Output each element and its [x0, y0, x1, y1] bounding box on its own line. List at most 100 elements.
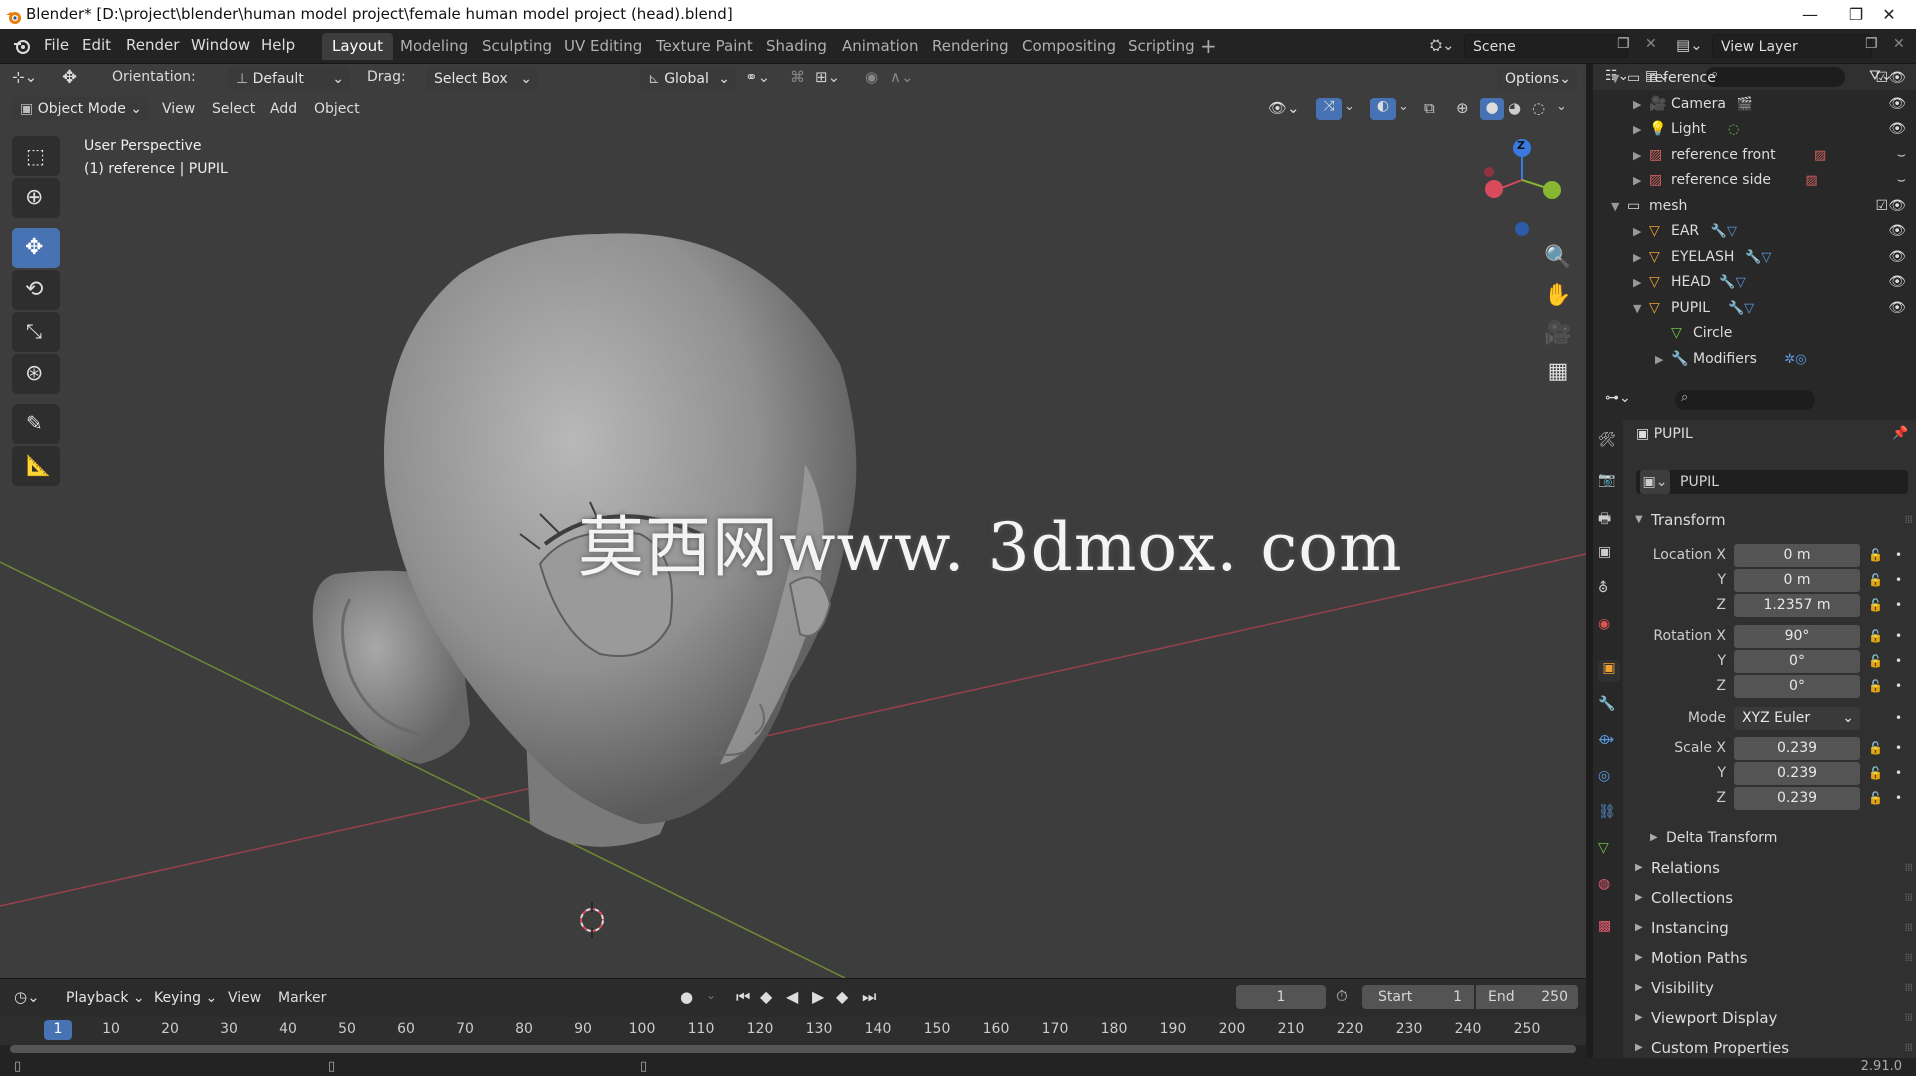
lock-icon[interactable]: 🔓	[1868, 593, 1883, 618]
lock-icon[interactable]: 🔓	[1868, 649, 1883, 674]
close-window-button[interactable]: ✕	[1866, 0, 1912, 29]
zoom-icon[interactable]: 🔍	[1540, 240, 1576, 276]
image-data-icon[interactable]: ▨	[1805, 168, 1817, 193]
menu-window[interactable]: Window	[191, 36, 250, 54]
data-tab-icon[interactable]: ▽	[1598, 840, 1620, 862]
keyframe-dot-icon[interactable]: •	[1895, 593, 1902, 618]
eye-icon[interactable]: 👁	[1888, 66, 1906, 91]
3d-viewport[interactable]: Z 莫西网www. 3dmox. com ⊹⌄ ✥ Orientation: ⊥…	[0, 64, 1586, 978]
xray-icon[interactable]: ⧉	[1424, 99, 1435, 117]
chevron-right-icon[interactable]: ▶	[1633, 92, 1641, 117]
timeline-scrollbar[interactable]	[10, 1045, 1576, 1053]
rotate-tool[interactable]: ⟲	[12, 270, 60, 310]
snap-target-icon[interactable]: ⊞⌄	[815, 68, 840, 86]
blender-menu-icon[interactable]	[12, 36, 32, 56]
view-layer-field[interactable]: View Layer	[1712, 34, 1872, 58]
tab-rendering[interactable]: Rendering	[922, 33, 1019, 60]
snap-icon[interactable]: ⌘	[790, 68, 805, 86]
object-name-field[interactable]: ▣⌄ PUPIL	[1636, 470, 1908, 494]
mesh-data-icon[interactable]: 🔧▽	[1719, 270, 1745, 295]
keyframe-dot-icon[interactable]: •	[1895, 761, 1902, 786]
eye-closed-icon[interactable]: ⌣	[1897, 168, 1906, 193]
scale-tool[interactable]: ⤡	[12, 312, 60, 352]
particles-tab-icon[interactable]: ⟴	[1598, 732, 1620, 754]
shading-options-icon[interactable]: ⌄	[1556, 99, 1567, 114]
location-y-field[interactable]: 0 m	[1734, 569, 1860, 592]
mesh-data-icon[interactable]: 🔧▽	[1728, 296, 1754, 321]
lock-icon[interactable]: 🔓	[1868, 736, 1883, 761]
object-browse-icon[interactable]: ▣⌄	[1640, 470, 1670, 494]
outliner-row[interactable]: ▶ ▨ reference side ▨ ⌣	[1593, 168, 1916, 193]
scene-tab-icon[interactable]: ⛢	[1598, 580, 1620, 602]
lock-icon[interactable]: 🔓	[1868, 674, 1883, 699]
new-view-layer-icon[interactable]: ❐	[1865, 36, 1878, 52]
keyframe-dot-icon[interactable]: •	[1895, 706, 1902, 731]
viewport-display-panel[interactable]: ▶ Viewport Display ⁞⁞⁞	[1623, 1004, 1916, 1032]
rotation-y-field[interactable]: 0°	[1734, 650, 1860, 673]
rotation-mode-dropdown[interactable]: XYZ Euler ⌄	[1734, 707, 1860, 730]
lock-icon[interactable]: 🔓	[1868, 761, 1883, 786]
chevron-right-icon[interactable]: ▶	[1633, 143, 1641, 168]
mesh-data-icon[interactable]: 🔧▽	[1745, 245, 1771, 270]
eye-icon[interactable]: 👁	[1888, 296, 1906, 321]
cursor-tool[interactable]: ⊕	[12, 178, 60, 218]
transform-tool[interactable]: ⊛	[12, 354, 60, 394]
location-x-field[interactable]: 0 m	[1734, 544, 1860, 567]
keyframe-dot-icon[interactable]: •	[1895, 624, 1902, 649]
orientation-dropdown[interactable]: ⊥ Default ⌄	[228, 67, 350, 91]
chevron-right-icon[interactable]: ▶	[1633, 270, 1641, 295]
lock-icon[interactable]: 🔓	[1868, 568, 1883, 593]
tab-animation[interactable]: Animation	[832, 33, 928, 60]
proportional-edit-icon[interactable]: ◉	[865, 68, 878, 86]
output-tab-icon[interactable]: 🖶	[1598, 508, 1620, 530]
tab-layout[interactable]: Layout	[322, 33, 393, 60]
outliner-row[interactable]: ▼ ▭ reference ☑ 👁	[1593, 66, 1916, 91]
tab-uv-editing[interactable]: UV Editing	[554, 33, 652, 60]
chevron-down-icon[interactable]: ▼	[1611, 194, 1619, 219]
custom-properties-panel[interactable]: ▶ Custom Properties ⁞⁞⁞	[1623, 1034, 1916, 1058]
chevron-right-icon[interactable]: ▶	[1633, 219, 1641, 244]
chevron-right-icon[interactable]: ▶	[1655, 347, 1663, 372]
lock-icon[interactable]: 🔓	[1868, 543, 1883, 568]
keyframe-dot-icon[interactable]: •	[1895, 649, 1902, 674]
eye-closed-icon[interactable]: ⌣	[1897, 143, 1906, 168]
ortho-grid-icon[interactable]: ▦	[1540, 354, 1576, 390]
scale-z-field[interactable]: 0.239	[1734, 787, 1860, 810]
lock-icon[interactable]: 🔓	[1868, 624, 1883, 649]
wireframe-shading-icon[interactable]: ⊕	[1456, 99, 1469, 117]
keyframe-dot-icon[interactable]: •	[1895, 543, 1902, 568]
pivot-point-icon[interactable]: ⚭⌄	[745, 68, 770, 86]
location-z-field[interactable]: 1.2357 m	[1734, 594, 1860, 617]
properties-search-input[interactable]: ⌕	[1675, 390, 1815, 410]
checkbox-icon[interactable]: ☑	[1875, 66, 1888, 91]
overlay-toggle-icon[interactable]: ◐	[1370, 98, 1396, 120]
eye-icon[interactable]: 👁	[1888, 117, 1906, 142]
options-dropdown[interactable]: Options ⌄	[1497, 67, 1577, 91]
constraints-tab-icon[interactable]: ⛓	[1598, 804, 1620, 826]
chevron-right-icon[interactable]: ▶	[1633, 168, 1641, 193]
transform-orientation-dropdown[interactable]: ⊾ Global ⌄	[640, 67, 736, 91]
chevron-down-icon[interactable]: ▼	[1611, 66, 1619, 91]
gizmo-toggle-icon[interactable]: ⤨	[1316, 98, 1342, 120]
object-tab-icon[interactable]: ▣	[1598, 660, 1620, 682]
outliner-row[interactable]: ▶ 🔧 Modifiers ✲◎	[1593, 347, 1916, 372]
drag-dropdown[interactable]: Select Box ⌄	[426, 67, 538, 91]
solid-shading-icon[interactable]: ●	[1480, 98, 1504, 120]
tab-shading[interactable]: Shading	[756, 33, 837, 60]
select-box-tool[interactable]: ⬚	[12, 136, 60, 176]
physics-tab-icon[interactable]: ◎	[1598, 768, 1620, 790]
outliner-row[interactable]: ▶ ▽ HEAD 🔧▽ 👁	[1593, 270, 1916, 295]
modifier-data-icon[interactable]: ✲◎	[1784, 347, 1806, 372]
lock-icon[interactable]: 🔓	[1868, 786, 1883, 811]
rendered-shading-icon[interactable]: ◌	[1532, 99, 1545, 117]
chevron-right-icon[interactable]: ▶	[1633, 117, 1641, 142]
world-tab-icon[interactable]: ◉	[1598, 616, 1620, 638]
outliner-row[interactable]: ▼ ▽ PUPIL 🔧▽ 👁	[1593, 296, 1916, 321]
outliner-row[interactable]: ▶ 🎥 Camera 🎬 👁	[1593, 92, 1916, 117]
motion-paths-panel[interactable]: ▶ Motion Paths ⁞⁞⁞	[1623, 944, 1916, 972]
outliner-row[interactable]: ▼ ▭ mesh ☑ 👁	[1593, 194, 1916, 219]
material-tab-icon[interactable]: ◍	[1598, 876, 1620, 898]
keyframe-dot-icon[interactable]: •	[1895, 736, 1902, 761]
minimize-button[interactable]: —	[1787, 0, 1833, 29]
menu-render[interactable]: Render	[126, 36, 179, 54]
